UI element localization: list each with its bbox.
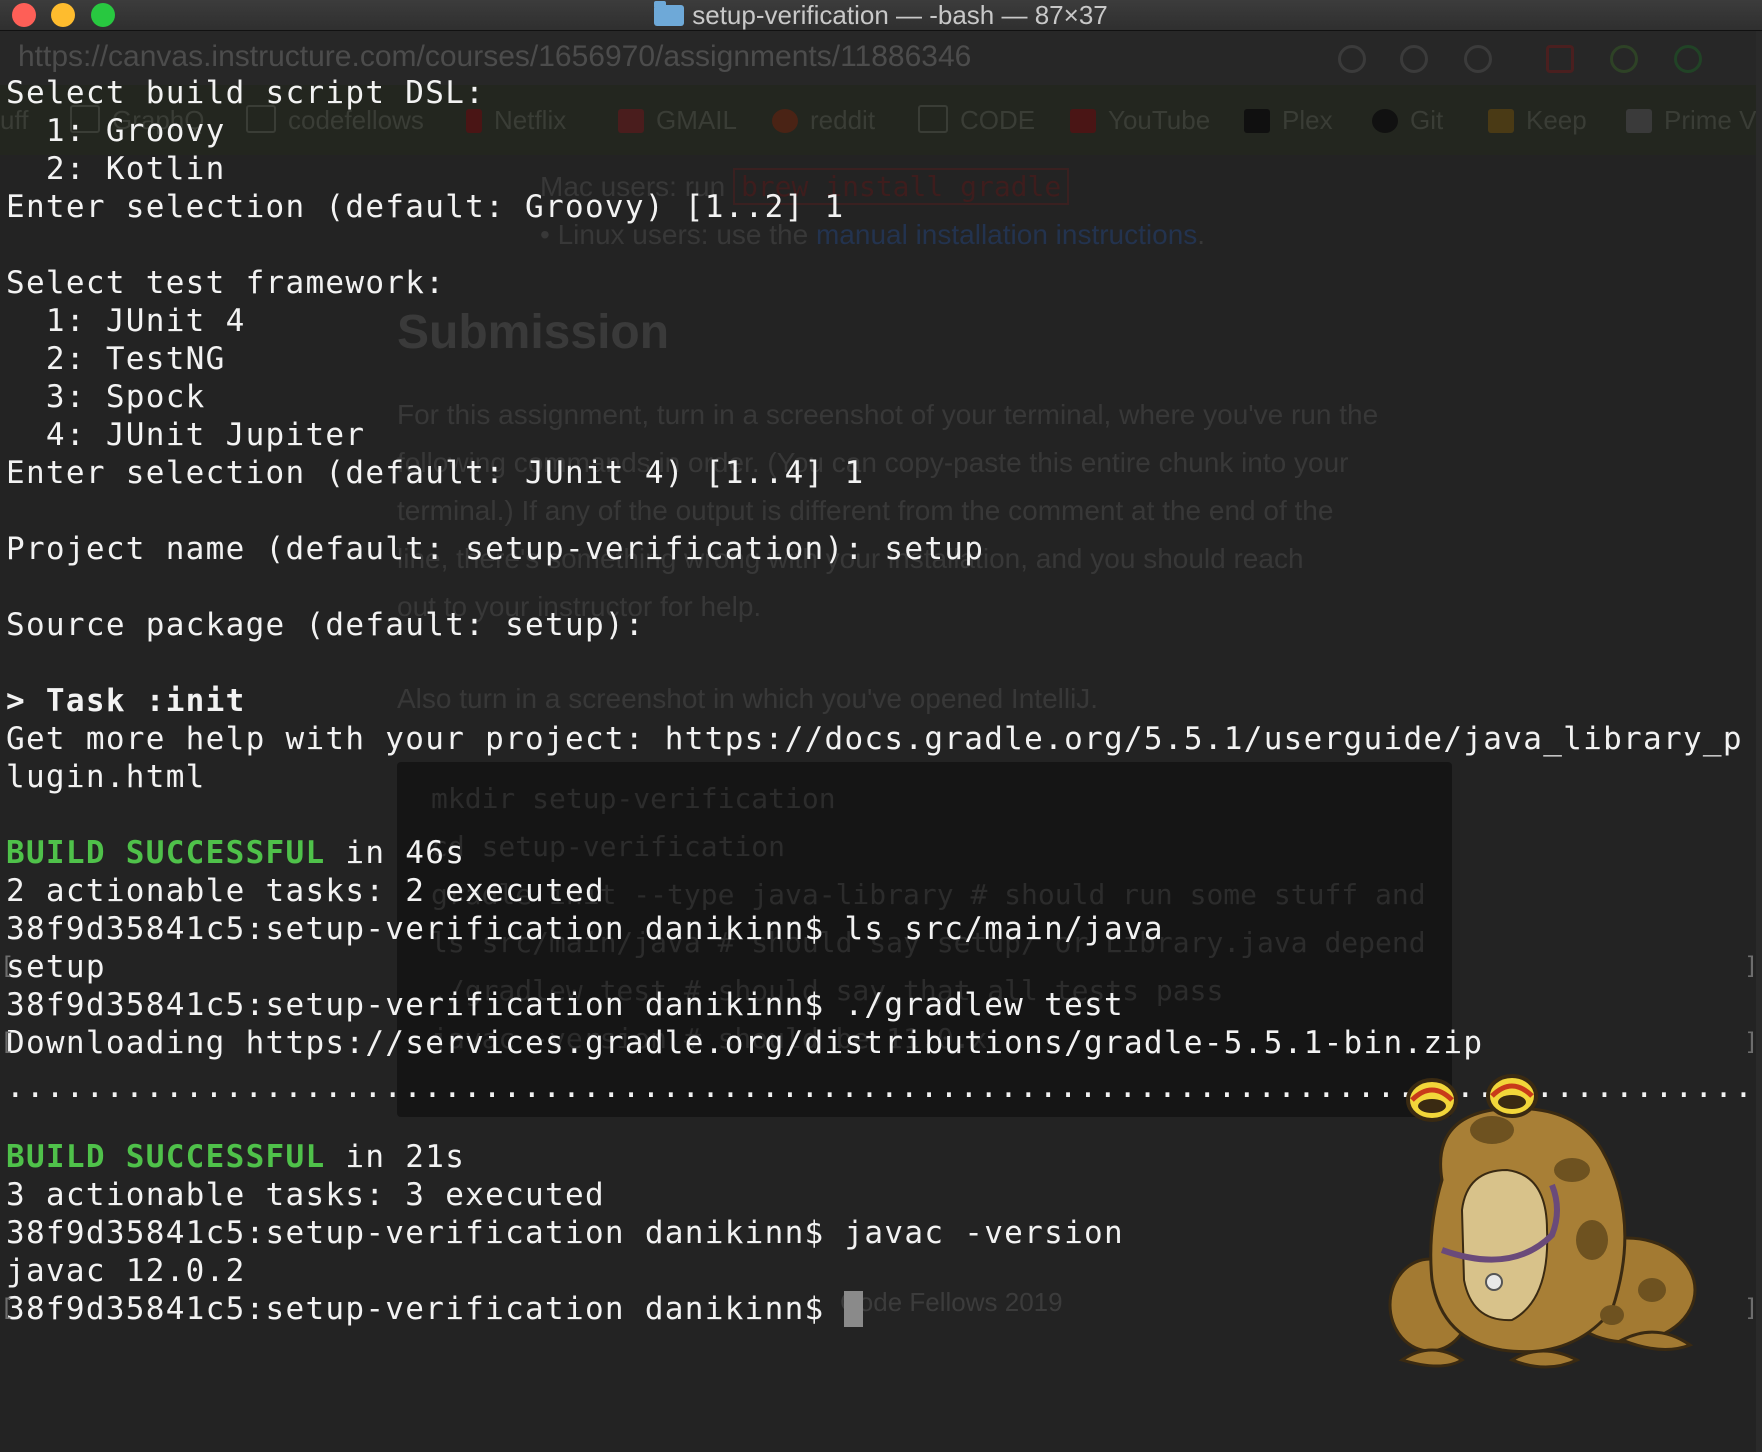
build-success-label: BUILD SUCCESSFUL — [6, 835, 326, 871]
ghost-para-line: For this assignment, turn in a screensho… — [397, 399, 1379, 430]
folder-icon — [918, 105, 948, 133]
terminal-line: 2: TestNG — [6, 341, 226, 377]
terminal-line: 38f9d35841c5:setup-verification danikinn… — [6, 987, 1124, 1023]
ghost-bookmark: Keep — [1488, 105, 1587, 136]
ghost-ext-green-icon — [1610, 45, 1638, 73]
folder-icon — [654, 1, 685, 26]
ghost-extension-icon — [1338, 45, 1366, 73]
ghost-url-text: https://canvas.instructure.com/courses/1… — [18, 40, 972, 73]
terminal-line-task: > Task :init — [6, 683, 246, 719]
github-icon — [1372, 109, 1398, 133]
ghost-bookmark: YouTube — [1070, 105, 1210, 136]
terminal-line: 2 actionable tasks: 2 executed — [6, 873, 605, 909]
reddit-icon — [772, 109, 798, 133]
terminal-line: Enter selection (default: Groovy) [1..2]… — [6, 189, 845, 225]
terminal-line: Enter selection (default: JUnit 4) [1..4… — [6, 455, 865, 491]
ghost-para-line: terminal.) If any of the output is diffe… — [397, 495, 1334, 526]
text-cursor — [844, 1291, 864, 1327]
build-duration: in 21s — [325, 1139, 466, 1175]
terminal-line: 38f9d35841c5:setup-verification danikinn… — [6, 1215, 1124, 1251]
terminal-line: Source package (default: setup): — [6, 607, 645, 643]
title-bar: setup-verification — -bash — 87×37 — [0, 0, 1762, 31]
terminal-line: Project name (default: setup-verificatio… — [6, 531, 985, 567]
build-status-line: BUILD SUCCESSFUL in 21s — [6, 1138, 465, 1176]
prompt-text: 38f9d35841c5:setup-verification danikinn… — [6, 1291, 845, 1327]
build-success-label: BUILD SUCCESSFUL — [6, 1139, 326, 1175]
ghost-footer: Code Fellows 2019 — [840, 1287, 1063, 1317]
keep-icon — [1488, 109, 1514, 133]
terminal-line: setup — [6, 949, 106, 985]
ghost-bookmark: Git — [1372, 105, 1443, 136]
terminal-line: lugin.html — [6, 759, 206, 795]
ghost-ext-dot-icon — [1674, 45, 1702, 73]
terminal-line: 38f9d35841c5:setup-verification danikinn… — [6, 911, 1164, 947]
terminal-line: 1: JUnit 4 — [6, 303, 246, 339]
youtube-icon — [1070, 109, 1096, 133]
mark-bracket-left: [ — [0, 952, 15, 980]
ghost-bookmark: reddit — [772, 105, 875, 136]
terminal-line: Downloading https://services.gradle.org/… — [6, 1025, 1484, 1061]
plex-icon — [1244, 109, 1270, 133]
build-status-line: BUILD SUCCESSFUL in 46s — [6, 834, 465, 872]
build-duration: in 46s — [325, 835, 466, 871]
amazon-icon — [1626, 109, 1652, 133]
terminal-line: Select test framework: — [6, 265, 446, 301]
toad-sticker — [1388, 1074, 1697, 1369]
terminal-line: 3: Spock — [6, 379, 206, 415]
ghost-code-line: mkdir setup-verification — [431, 782, 836, 815]
terminal-line: 4: JUnit Jupiter — [6, 417, 366, 453]
mark-bracket-left: [ — [0, 1028, 15, 1056]
terminal-line: 2: Kotlin — [6, 151, 226, 187]
window-title: setup-verification — -bash — 87×37 — [0, 0, 1762, 30]
ghost-bookmark: Plex — [1244, 105, 1333, 136]
ghost-bookmark: CODE — [918, 105, 1035, 136]
ghost-bookmark: Prime V — [1626, 105, 1756, 136]
ghost-code-line: cd setup-verification — [431, 830, 786, 863]
terminal-window: https://canvas.instructure.com/courses/1… — [0, 0, 1762, 1452]
terminal-line: 3 actionable tasks: 3 executed — [6, 1177, 605, 1213]
ghost-bookmark: GMAIL — [618, 105, 737, 136]
terminal-line: Get more help with your project: https:/… — [6, 721, 1743, 757]
netflix-icon — [466, 109, 482, 133]
ghost-star-icon — [1464, 45, 1492, 73]
terminal-prompt-line[interactable]: 38f9d35841c5:setup-verification danikinn… — [6, 1290, 864, 1328]
terminal-line: Select build script DSL: — [6, 75, 486, 111]
terminal-line: 1: Groovy — [6, 113, 226, 149]
terminal-line: javac 12.0.2 — [6, 1253, 246, 1289]
terminal-scrollbar[interactable] — [1756, 31, 1762, 1452]
ghost-heading: Submission — [397, 306, 670, 359]
ghost-zoom-icon — [1400, 45, 1428, 73]
ghost-ext-red-icon — [1546, 45, 1574, 73]
ghost-para-line: Also turn in a screenshot in which you'v… — [397, 683, 1099, 714]
mark-bracket-left: [ — [0, 1294, 15, 1322]
gmail-icon — [618, 109, 644, 133]
